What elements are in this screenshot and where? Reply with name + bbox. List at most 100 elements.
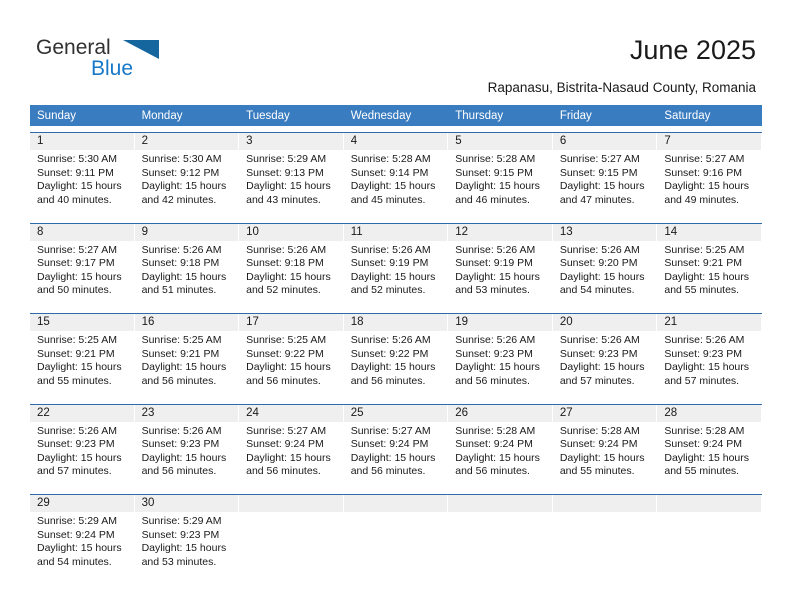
day-detail-sunset: Sunset: 9:15 PM xyxy=(559,166,638,179)
day-detail-daylight2: and 53 minutes. xyxy=(455,284,530,297)
day-number xyxy=(343,495,449,512)
day-cell[interactable]: 18 Sunrise: 5:26 AM Sunset: 9:22 PM Dayligh… xyxy=(343,313,449,398)
day-detail-daylight1: Daylight: 15 hours xyxy=(141,270,227,283)
day-detail-sunset: Sunset: 9:23 PM xyxy=(141,438,220,451)
day-detail-sunrise: Sunrise: 5:26 AM xyxy=(246,243,327,256)
day-cell[interactable]: 20 Sunrise: 5:26 AM Sunset: 9:23 PM Dayligh… xyxy=(552,313,658,398)
day-detail-daylight2: and 52 minutes. xyxy=(246,284,321,297)
day-detail: Sunrise: 5:30 AM Sunset: 9:12 PM Daylight:… xyxy=(135,150,240,207)
day-cell[interactable]: 8 Sunrise: 5:27 AM Sunset: 9:17 PM Daylight… xyxy=(30,223,135,307)
day-number xyxy=(448,495,553,512)
day-detail-daylight2: and 43 minutes. xyxy=(246,193,321,206)
general-blue-logo[interactable]: General Blue xyxy=(36,36,166,82)
day-number: 13 xyxy=(552,223,658,241)
day-cell[interactable]: 29 Sunrise: 5:29 AM Sunset: 9:24 PM Dayligh… xyxy=(30,494,135,579)
day-cell[interactable]: 5 Sunrise: 5:28 AM Sunset: 9:15 PM Daylight… xyxy=(448,132,553,217)
day-cell[interactable]: 7 Sunrise: 5:27 AM Sunset: 9:16 PM Daylight… xyxy=(657,132,762,217)
day-detail-daylight2: and 40 minutes. xyxy=(37,193,112,206)
day-cell[interactable]: 27 Sunrise: 5:28 AM Sunset: 9:24 PM Dayligh… xyxy=(552,404,658,488)
day-detail-sunrise: Sunrise: 5:26 AM xyxy=(37,424,117,437)
day-detail-sunrise: Sunrise: 5:26 AM xyxy=(141,424,222,437)
day-cell[interactable]: 4 Sunrise: 5:28 AM Sunset: 9:14 PM Daylight… xyxy=(343,132,449,217)
day-cell[interactable]: 19 Sunrise: 5:26 AM Sunset: 9:23 PM Dayligh… xyxy=(448,313,553,398)
day-detail-daylight2: and 55 minutes. xyxy=(664,284,740,297)
calendar-body: 1 Sunrise: 5:30 AM Sunset: 9:11 PM Daylight… xyxy=(30,126,762,579)
day-detail-sunrise: Sunrise: 5:30 AM xyxy=(141,153,222,165)
day-detail-daylight2: and 55 minutes. xyxy=(37,374,112,387)
day-detail-sunrise: Sunrise: 5:25 AM xyxy=(246,334,327,346)
day-detail: Sunrise: 5:26 AM Sunset: 9:18 PM Daylight:… xyxy=(135,241,240,298)
day-number: 18 xyxy=(343,314,449,331)
day-number: 19 xyxy=(448,314,553,331)
day-detail-sunrise: Sunrise: 5:27 AM xyxy=(559,153,640,165)
day-detail: Sunrise: 5:28 AM Sunset: 9:15 PM Daylight:… xyxy=(448,150,553,207)
day-detail-daylight1: Daylight: 15 hours xyxy=(350,270,436,283)
day-cell[interactable]: 22 Sunrise: 5:26 AM Sunset: 9:23 PM Dayligh… xyxy=(30,404,135,488)
day-detail-sunset: Sunset: 9:23 PM xyxy=(455,347,533,360)
day-detail-sunset: Sunset: 9:22 PM xyxy=(350,347,429,360)
calendar-header-row: Sunday Monday Tuesday Wednesday Thursday Frid… xyxy=(30,105,762,126)
day-cell[interactable]: 24 Sunrise: 5:27 AM Sunset: 9:24 PM Dayligh… xyxy=(239,404,344,488)
day-detail-daylight1: Daylight: 15 hours xyxy=(455,270,540,283)
day-cell[interactable]: 1 Sunrise: 5:30 AM Sunset: 9:11 PM Daylight… xyxy=(30,132,135,217)
day-detail-sunset: Sunset: 9:15 PM xyxy=(455,166,533,179)
day-detail-sunset: Sunset: 9:24 PM xyxy=(350,438,429,451)
day-detail-sunset: Sunset: 9:20 PM xyxy=(559,257,638,270)
day-detail-sunrise: Sunrise: 5:27 AM xyxy=(664,153,745,165)
day-cell[interactable]: 15 Sunrise: 5:25 AM Sunset: 9:21 PM Dayligh… xyxy=(30,313,135,398)
day-number: 7 xyxy=(657,133,762,150)
day-cell[interactable]: 10 Sunrise: 5:26 AM Sunset: 9:18 PM Dayligh… xyxy=(239,223,344,307)
day-cell-empty xyxy=(239,494,344,579)
day-cell[interactable]: 28 Sunrise: 5:28 AM Sunset: 9:24 PM Dayligh… xyxy=(657,404,762,488)
day-detail-sunset: Sunset: 9:21 PM xyxy=(141,347,220,360)
day-detail: Sunrise: 5:26 AM Sunset: 9:23 PM Daylight:… xyxy=(553,331,658,388)
day-detail-daylight1: Daylight: 15 hours xyxy=(37,270,122,283)
day-cell[interactable]: 12 Sunrise: 5:26 AM Sunset: 9:19 PM Dayligh… xyxy=(448,223,553,307)
day-detail-sunrise: Sunrise: 5:27 AM xyxy=(246,424,327,437)
day-detail-sunset: Sunset: 9:21 PM xyxy=(664,257,743,270)
day-detail-sunset: Sunset: 9:23 PM xyxy=(559,347,638,360)
weekday-header-friday: Friday xyxy=(552,105,658,126)
day-cell[interactable]: 23 Sunrise: 5:26 AM Sunset: 9:23 PM Dayligh… xyxy=(134,404,240,488)
day-detail-sunset: Sunset: 9:21 PM xyxy=(37,347,115,360)
day-cell[interactable]: 30 Sunrise: 5:29 AM Sunset: 9:23 PM Dayligh… xyxy=(134,494,240,579)
day-detail-daylight2: and 52 minutes. xyxy=(350,284,426,297)
day-cell[interactable]: 11 Sunrise: 5:26 AM Sunset: 9:19 PM Dayligh… xyxy=(343,223,449,307)
day-cell[interactable]: 3 Sunrise: 5:29 AM Sunset: 9:13 PM Daylight… xyxy=(239,132,344,217)
day-cell[interactable]: 9 Sunrise: 5:26 AM Sunset: 9:18 PM Daylight… xyxy=(134,223,240,307)
day-detail-sunset: Sunset: 9:18 PM xyxy=(246,257,324,270)
day-cell[interactable]: 2 Sunrise: 5:30 AM Sunset: 9:12 PM Daylight… xyxy=(134,132,240,217)
day-detail-sunset: Sunset: 9:23 PM xyxy=(141,528,220,541)
weekday-header-thursday: Thursday xyxy=(448,105,553,126)
day-detail-daylight2: and 56 minutes. xyxy=(246,465,321,478)
day-detail-daylight2: and 56 minutes. xyxy=(350,465,426,478)
day-number: 14 xyxy=(657,223,762,241)
day-cell[interactable]: 6 Sunrise: 5:27 AM Sunset: 9:15 PM Daylight… xyxy=(552,132,658,217)
day-number: 23 xyxy=(134,404,240,422)
day-detail-sunrise: Sunrise: 5:29 AM xyxy=(141,515,222,527)
day-cell[interactable]: 26 Sunrise: 5:28 AM Sunset: 9:24 PM Dayligh… xyxy=(448,404,553,488)
day-detail-daylight2: and 56 minutes. xyxy=(455,465,530,478)
day-detail-daylight1: Daylight: 15 hours xyxy=(141,451,227,464)
day-number: 9 xyxy=(134,223,240,241)
day-number: 28 xyxy=(657,404,762,422)
day-detail-sunset: Sunset: 9:14 PM xyxy=(350,166,429,179)
day-detail-sunset: Sunset: 9:16 PM xyxy=(664,166,743,179)
day-number: 27 xyxy=(552,404,658,422)
day-detail-daylight1: Daylight: 15 hours xyxy=(350,451,436,464)
day-detail: Sunrise: 5:28 AM Sunset: 9:24 PM Daylight:… xyxy=(553,422,658,479)
day-number: 17 xyxy=(239,314,344,331)
day-cell[interactable]: 17 Sunrise: 5:25 AM Sunset: 9:22 PM Dayligh… xyxy=(239,313,344,398)
day-detail-daylight2: and 49 minutes. xyxy=(664,193,740,206)
day-detail: Sunrise: 5:26 AM Sunset: 9:23 PM Daylight:… xyxy=(30,422,135,479)
day-detail: Sunrise: 5:27 AM Sunset: 9:24 PM Daylight:… xyxy=(239,422,344,479)
day-detail-daylight1: Daylight: 15 hours xyxy=(37,542,122,555)
day-cell[interactable]: 21 Sunrise: 5:26 AM Sunset: 9:23 PM Dayligh… xyxy=(657,313,762,398)
day-cell[interactable]: 16 Sunrise: 5:25 AM Sunset: 9:21 PM Dayligh… xyxy=(134,313,240,398)
day-cell[interactable]: 13 Sunrise: 5:26 AM Sunset: 9:20 PM Dayligh… xyxy=(552,223,658,307)
week-row: 15 Sunrise: 5:25 AM Sunset: 9:21 PM Dayligh… xyxy=(30,313,762,398)
day-cell[interactable]: 14 Sunrise: 5:25 AM Sunset: 9:21 PM Dayligh… xyxy=(657,223,762,307)
day-number: 4 xyxy=(343,133,449,150)
day-cell[interactable]: 25 Sunrise: 5:27 AM Sunset: 9:24 PM Dayligh… xyxy=(343,404,449,488)
weekday-header-tuesday: Tuesday xyxy=(239,105,344,126)
